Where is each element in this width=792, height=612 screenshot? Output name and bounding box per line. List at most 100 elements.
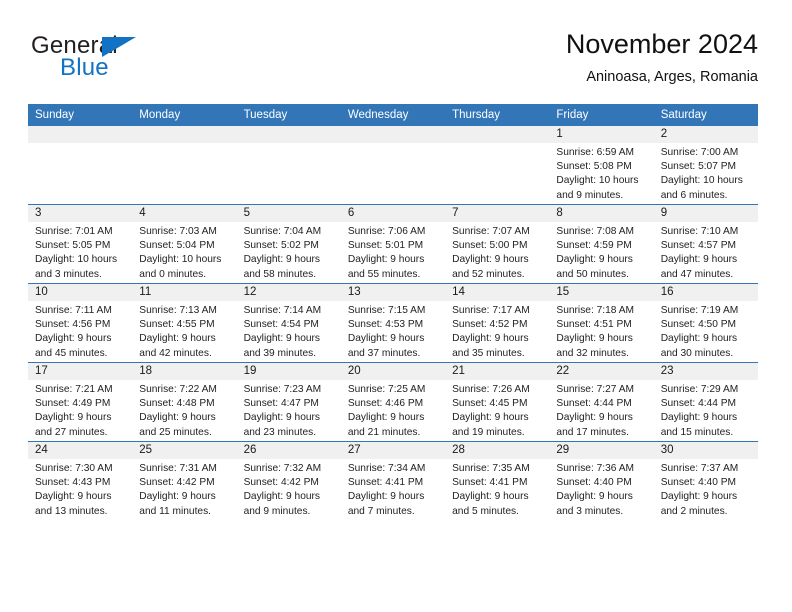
sunrise-text: Sunrise: 7:15 AM [347, 305, 426, 316]
calendar-day-cell[interactable]: 14 Sunrise: 7:17 AM Sunset: 4:52 PM Dayligh… [445, 283, 550, 363]
daylight-text: Daylight: 9 hours [452, 254, 529, 266]
sunset-text: Sunset: 4:43 PM [35, 477, 111, 489]
day-number [132, 126, 237, 143]
calendar-day-cell[interactable]: 24 Sunrise: 7:30 AM Sunset: 4:43 PM Dayligh… [28, 441, 133, 520]
calendar-day-cell[interactable]: 10 Sunrise: 7:11 AM Sunset: 4:56 PM Dayligh… [28, 283, 133, 363]
daylight-text-cont: and 30 minutes. [660, 347, 734, 359]
daylight-text: Daylight: 9 hours [243, 491, 321, 503]
calendar-day-cell[interactable]: 21 Sunrise: 7:26 AM Sunset: 4:45 PM Dayligh… [445, 362, 550, 442]
daylight-text-cont: and 27 minutes. [35, 426, 108, 438]
calendar-day-cell[interactable]: 7 Sunrise: 7:07 AM Sunset: 5:00 PM Daylight… [445, 204, 550, 284]
daylight-text: Daylight: 9 hours [139, 491, 216, 503]
calendar-page: General Blue November 2024 Aninoasa, Arg… [0, 0, 792, 612]
day-details: Sunrise: 7:10 AM Sunset: 4:57 PM Daylight:… [654, 222, 758, 282]
calendar-day-cell[interactable]: 19 Sunrise: 7:23 AM Sunset: 4:47 PM Dayligh… [236, 362, 341, 442]
logo-text-blue: Blue [60, 54, 109, 81]
calendar-day-cell[interactable]: 30 Sunrise: 7:37 AM Sunset: 4:40 PM Dayligh… [653, 441, 758, 520]
sunset-text: Sunset: 4:40 PM [556, 477, 632, 489]
calendar-day-cell[interactable]: 17 Sunrise: 7:21 AM Sunset: 4:49 PM Dayligh… [28, 362, 133, 442]
calendar-day-cell[interactable]: 26 Sunrise: 7:32 AM Sunset: 4:42 PM Dayligh… [236, 441, 341, 520]
calendar-day-cell[interactable]: 16 Sunrise: 7:19 AM Sunset: 4:50 PM Dayligh… [653, 283, 758, 363]
day-number: 17 [28, 363, 133, 380]
calendar-day-cell[interactable]: 20 Sunrise: 7:25 AM Sunset: 4:46 PM Dayligh… [340, 362, 446, 442]
day-details: Sunrise: 7:04 AM Sunset: 5:02 PM Daylight:… [237, 222, 341, 282]
calendar-day-cell[interactable]: 11 Sunrise: 7:13 AM Sunset: 4:55 PM Dayligh… [132, 283, 237, 363]
daylight-text: Daylight: 9 hours [139, 412, 216, 424]
sunrise-text: Sunrise: 7:29 AM [660, 384, 739, 395]
calendar-day-cell[interactable]: 27 Sunrise: 7:34 AM Sunset: 4:41 PM Dayligh… [340, 441, 446, 520]
sunset-text: Sunset: 4:50 PM [660, 319, 737, 331]
daylight-text-cont: and 11 minutes. [139, 505, 212, 517]
daylight-text-cont: and 9 minutes. [243, 505, 311, 517]
day-details [132, 143, 236, 146]
calendar-day-cell[interactable]: 13 Sunrise: 7:15 AM Sunset: 4:53 PM Dayligh… [340, 283, 446, 363]
calendar-day-cell[interactable]: 4 Sunrise: 7:03 AM Sunset: 5:04 PM Daylight… [132, 204, 237, 284]
sunset-text: Sunset: 5:00 PM [452, 240, 528, 252]
sunrise-text: Sunrise: 7:14 AM [243, 305, 322, 316]
calendar-day-cell[interactable]: 6 Sunrise: 7:06 AM Sunset: 5:01 PM Daylight… [340, 204, 446, 284]
daylight-text-cont: and 5 minutes. [452, 505, 519, 517]
calendar-day-cell[interactable]: 8 Sunrise: 7:08 AM Sunset: 4:59 PM Daylight… [549, 204, 654, 284]
day-number: 20 [340, 363, 446, 380]
sunrise-text: Sunrise: 7:23 AM [243, 384, 322, 395]
daylight-text: Daylight: 9 hours [556, 333, 633, 345]
day-number: 15 [549, 284, 654, 301]
daylight-text: Daylight: 9 hours [35, 333, 112, 345]
daylight-text: Daylight: 9 hours [556, 254, 633, 266]
daylight-text-cont: and 2 minutes. [660, 505, 728, 517]
calendar-week-row: 1 Sunrise: 6:59 AM Sunset: 5:08 PM Daylight… [28, 126, 758, 205]
sunrise-text: Sunrise: 7:26 AM [452, 384, 530, 395]
calendar-day-cell[interactable]: 29 Sunrise: 7:36 AM Sunset: 4:40 PM Dayligh… [549, 441, 654, 520]
day-details [237, 143, 341, 146]
daylight-text-cont: and 39 minutes. [243, 347, 317, 359]
day-details: Sunrise: 7:11 AM Sunset: 4:56 PM Daylight:… [28, 301, 132, 361]
calendar-day-cell[interactable]: 2 Sunrise: 7:00 AM Sunset: 5:07 PM Daylight… [653, 126, 758, 205]
daylight-text: Daylight: 10 hours [35, 254, 118, 266]
sunset-text: Sunset: 4:56 PM [35, 319, 111, 331]
sunrise-text: Sunrise: 7:01 AM [35, 226, 113, 237]
day-number [445, 126, 550, 143]
day-number: 6 [340, 205, 446, 222]
sunrise-text: Sunrise: 7:27 AM [556, 384, 634, 395]
calendar-day-cell[interactable]: 22 Sunrise: 7:27 AM Sunset: 4:44 PM Dayligh… [549, 362, 654, 442]
daylight-text-cont: and 13 minutes. [35, 505, 108, 517]
day-number: 26 [236, 442, 341, 459]
calendar-day-cell[interactable]: 9 Sunrise: 7:10 AM Sunset: 4:57 PM Daylight… [653, 204, 758, 284]
day-number: 12 [236, 284, 341, 301]
sunset-text: Sunset: 4:49 PM [35, 398, 111, 410]
calendar-week-row: 3 Sunrise: 7:01 AM Sunset: 5:05 PM Daylight… [28, 204, 758, 284]
calendar-day-cell[interactable]: 28 Sunrise: 7:35 AM Sunset: 4:41 PM Dayligh… [445, 441, 550, 520]
sunrise-text: Sunrise: 7:08 AM [556, 226, 634, 237]
page-header: General Blue November 2024 Aninoasa, Arg… [28, 28, 758, 98]
general-blue-logo[interactable]: General Blue [28, 32, 258, 90]
daylight-text-cont: and 47 minutes. [660, 268, 734, 280]
calendar-body: 1 Sunrise: 6:59 AM Sunset: 5:08 PM Daylight… [28, 126, 758, 520]
calendar-day-cell[interactable]: 23 Sunrise: 7:29 AM Sunset: 4:44 PM Dayligh… [653, 362, 758, 442]
day-number: 19 [236, 363, 341, 380]
day-details: Sunrise: 7:29 AM Sunset: 4:44 PM Daylight:… [654, 380, 758, 440]
day-number [236, 126, 341, 143]
calendar-day-cell[interactable]: 12 Sunrise: 7:14 AM Sunset: 4:54 PM Dayligh… [236, 283, 341, 363]
sunset-text: Sunset: 4:44 PM [556, 398, 632, 410]
title-block: November 2024 Aninoasa, Arges, Romania [566, 28, 758, 88]
daylight-text: Daylight: 9 hours [556, 491, 633, 503]
day-details [445, 143, 549, 146]
day-number: 21 [445, 363, 550, 380]
calendar-day-cell[interactable]: 18 Sunrise: 7:22 AM Sunset: 4:48 PM Dayligh… [132, 362, 237, 442]
calendar-day-cell[interactable]: 15 Sunrise: 7:18 AM Sunset: 4:51 PM Dayligh… [549, 283, 654, 363]
sunset-text: Sunset: 5:05 PM [35, 240, 111, 252]
weekday-header-friday: Friday [549, 104, 654, 126]
weekday-header-thursday: Thursday [445, 104, 550, 126]
daylight-text-cont: and 19 minutes. [452, 426, 525, 438]
daylight-text-cont: and 37 minutes. [347, 347, 421, 359]
sunset-text: Sunset: 4:54 PM [243, 319, 319, 331]
calendar-day-cell[interactable]: 25 Sunrise: 7:31 AM Sunset: 4:42 PM Dayligh… [132, 441, 237, 520]
day-details: Sunrise: 7:23 AM Sunset: 4:47 PM Daylight:… [237, 380, 341, 440]
sunrise-text: Sunrise: 7:10 AM [660, 226, 739, 237]
calendar-day-cell[interactable]: 5 Sunrise: 7:04 AM Sunset: 5:02 PM Daylight… [236, 204, 341, 284]
day-details: Sunrise: 7:00 AM Sunset: 5:07 PM Daylight:… [654, 143, 758, 203]
day-details: Sunrise: 7:01 AM Sunset: 5:05 PM Daylight:… [28, 222, 132, 282]
sunset-text: Sunset: 4:41 PM [452, 477, 528, 489]
calendar-day-cell[interactable]: 1 Sunrise: 6:59 AM Sunset: 5:08 PM Daylight… [549, 126, 654, 205]
calendar-day-cell[interactable]: 3 Sunrise: 7:01 AM Sunset: 5:05 PM Daylight… [28, 204, 133, 284]
